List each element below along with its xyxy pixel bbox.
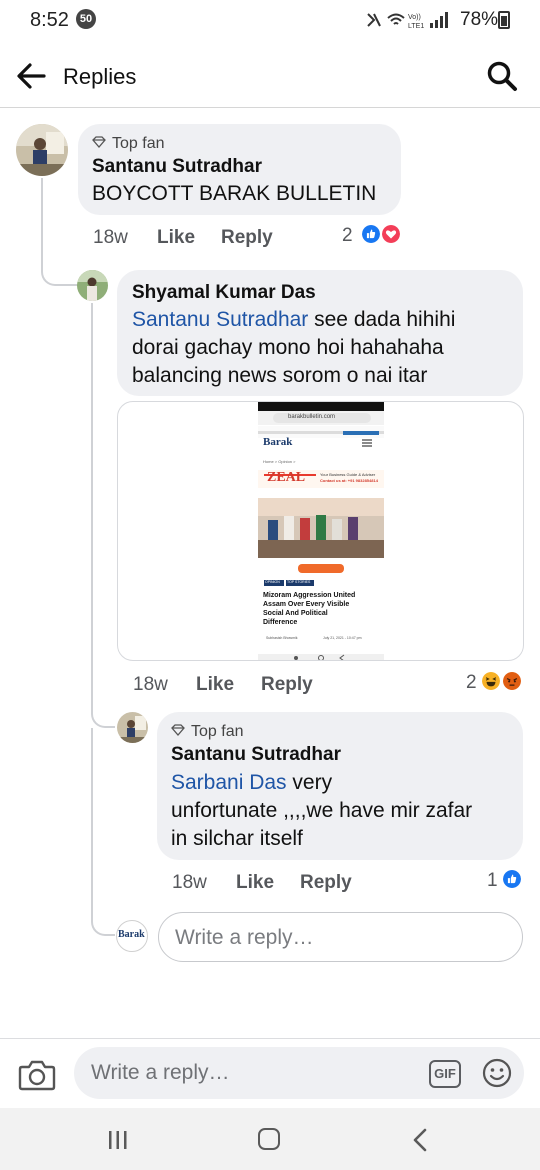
haha-reaction-icon [480,670,502,692]
composer-placeholder: Write a reply… [91,1061,230,1084]
breadcrumb: Home > Opinion > [263,459,296,464]
love-reaction-icon [380,223,402,245]
tag-label: TOP STORIES [287,580,311,584]
reaction-count[interactable]: 1 [487,870,498,892]
diamond-icon [171,724,185,736]
status-time: 8:52 [30,9,69,31]
svg-text:Vo)): Vo)) [408,14,421,21]
comment-text: Santanu Sutradhar see dada hihihi [132,306,455,334]
comment-text-line: in silchar itself [171,827,303,850]
emoji-icon[interactable] [482,1058,512,1088]
angry-reaction-icon [501,670,523,692]
avatar[interactable] [16,124,68,176]
like-button[interactable]: Like [236,872,274,894]
ad-text: Your Business Guide & Adviser [320,472,376,477]
top-fan-badge: Top fan [171,723,243,741]
mention-link[interactable]: Sarbani Das [171,771,287,794]
notification-count-badge: 50 [76,9,96,29]
reaction-count[interactable]: 2 [342,225,353,247]
top-fan-badge: Top fan [92,135,164,153]
comment-text: BOYCOTT BARAK BULLETIN [92,182,377,205]
like-reaction-icon [501,868,523,890]
article-headline: Difference [263,619,298,626]
comment-bubble: Top fan Santanu Sutradhar Sarbani Das ve… [157,712,523,860]
back-nav-icon[interactable] [412,1128,428,1152]
comment-text-line: see dada hihihi [308,308,456,331]
article-headline: Mizoram Aggression United [263,592,356,599]
like-reaction-icon [360,223,382,245]
battery-icon [498,11,510,29]
image-attachment[interactable]: barakbulletin.com Barak ZEAL Your Busine… [117,401,524,661]
reply-button[interactable]: Reply [300,872,352,894]
comment-text-line: dorai gachay mono hoi hahahaha [132,336,444,359]
reply-button[interactable]: Reply [261,674,313,696]
comment-text-line: unfortunate ,,,,we have mir zafar [171,799,473,822]
recent-apps-icon[interactable] [107,1130,129,1150]
barak-logo: Barak [263,436,293,448]
comment-text-line: very [286,771,333,794]
ad-text: Contact us at: +91 9832854814 [320,478,378,483]
reply-input-placeholder: Write a reply… [175,926,314,949]
comment-author[interactable]: Santanu Sutradhar [171,744,341,766]
comment-text: Sarbani Das very [171,769,332,797]
like-button[interactable]: Like [157,227,195,249]
mention-link[interactable]: Santanu Sutradhar [132,308,308,331]
comment-timestamp: 18w [133,674,168,695]
comment-author[interactable]: Shyamal Kumar Das [132,282,316,304]
article-headline: Assam Over Every Visible [263,601,350,608]
avatar[interactable] [117,712,148,743]
comment-bubble: Shyamal Kumar Das Santanu Sutradhar see … [117,270,523,396]
camera-icon[interactable] [18,1058,56,1092]
status-bar: 8:52 50 Vo)) LTE1 78% [0,0,540,40]
article-date: July 21, 2021 - 10:47 pm [323,636,362,640]
diamond-icon [92,136,106,148]
home-icon[interactable] [258,1128,280,1150]
page-title: Replies [63,64,137,89]
comment-bubble: Top fan Santanu Sutradhar BOYCOTT BARAK … [78,124,401,215]
comment-timestamp: 18w [93,227,128,248]
ad-logo: ZEAL [267,470,306,485]
barak-logo: Barak [118,929,145,940]
screenshot-thumbnail [258,402,384,660]
comment-text-line: balancing news sorom o nai itar [132,364,428,387]
header: Replies [0,44,540,108]
thread-line [91,303,115,728]
system-nav-bar [0,1108,540,1170]
search-icon[interactable] [484,58,520,94]
thread-line [91,728,115,936]
avatar[interactable] [77,270,108,301]
article-headline: Social And Political [263,610,328,617]
tag-label: OPINION [265,580,280,584]
comment-composer: Write a reply… GIF [0,1038,540,1108]
article-byline: Subhasish Bhowmik [266,636,298,640]
composer-input[interactable]: Write a reply… GIF [74,1047,524,1099]
page-avatar: Barak [116,920,148,952]
gif-button[interactable]: GIF [429,1060,461,1088]
battery-percent: 78% [460,9,499,30]
signal-wifi-icons: Vo)) LTE1 [367,12,448,30]
reply-input[interactable]: Write a reply… [158,912,523,962]
badge-label: Top fan [191,723,244,740]
reaction-count[interactable]: 2 [466,672,477,694]
reply-button[interactable]: Reply [221,227,273,249]
like-button[interactable]: Like [196,674,234,696]
article-url: barakbulletin.com [288,414,336,420]
thread-line [41,178,79,286]
badge-label: Top fan [112,135,165,152]
comment-author[interactable]: Santanu Sutradhar [92,156,262,178]
svg-text:LTE1: LTE1 [408,23,424,30]
back-arrow-icon[interactable] [14,60,50,92]
comment-timestamp: 18w [172,872,207,893]
